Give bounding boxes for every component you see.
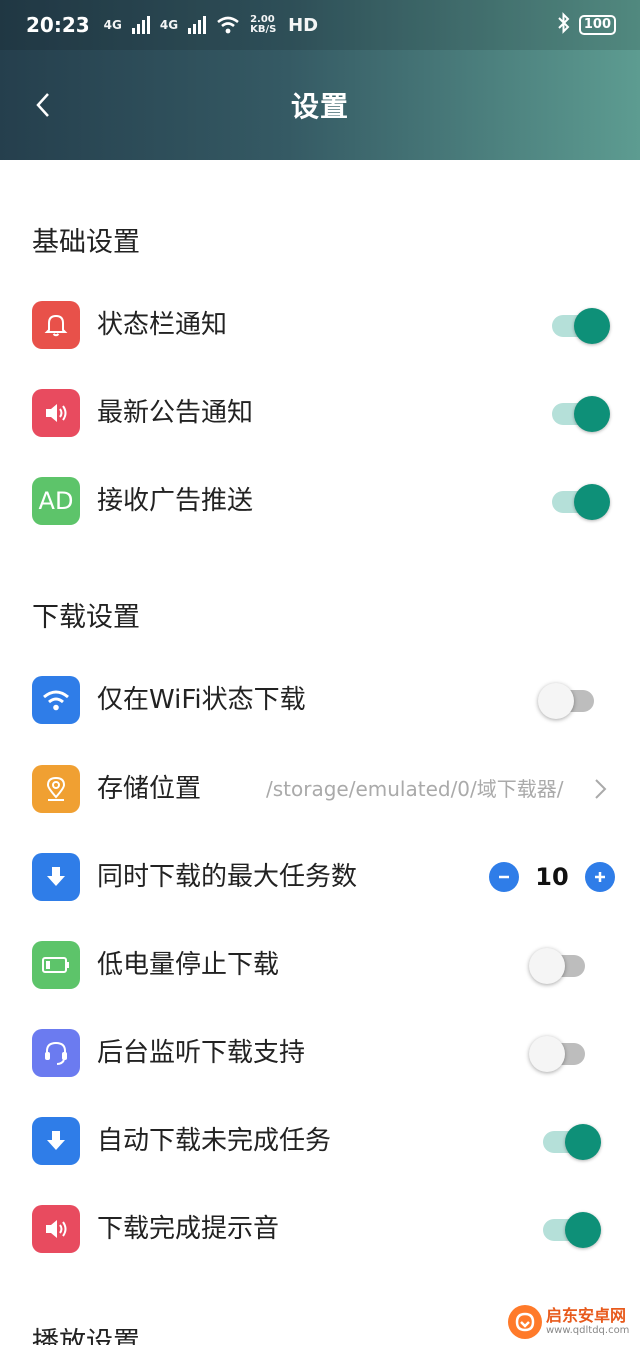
network-speed: 2.00 KB/S — [250, 14, 277, 35]
section-title-playback: 播放设置 — [32, 1327, 140, 1345]
watermark-url: www.qdltdq.com — [546, 1325, 630, 1336]
watermark-logo-icon — [508, 1305, 542, 1339]
location-pin-icon — [32, 765, 80, 813]
signal-bars-icon-2 — [188, 16, 207, 34]
chevron-left-icon — [36, 93, 49, 117]
app-header: 20:23 4G 4G 2.00 KB/S HD 100 设置 — [0, 0, 640, 160]
wifi-status-icon — [216, 16, 240, 34]
watermark-name: 启东安卓网 — [546, 1306, 627, 1325]
row-label: 同时下载的最大任务数 — [97, 862, 358, 892]
bell-icon — [32, 301, 80, 349]
row-label: 自动下载未完成任务 — [97, 1126, 332, 1156]
settings-row-statusbar-notify: 状态栏通知 — [0, 281, 640, 369]
speaker-icon — [32, 1205, 80, 1253]
section-title-basic: 基础设置 — [32, 227, 140, 258]
row-label: 仅在WiFi状态下载 — [97, 685, 306, 715]
status-time: 20:23 — [26, 13, 90, 37]
title-bar: 设置 — [0, 50, 640, 160]
signal-label-2: 4G — [159, 18, 179, 32]
row-label: 最新公告通知 — [97, 398, 254, 428]
back-button[interactable] — [26, 88, 60, 122]
download-arrow-icon — [32, 853, 80, 901]
wifi-only-toggle[interactable] — [538, 682, 598, 719]
complete-sound-toggle[interactable] — [543, 1211, 601, 1248]
row-label: 接收广告推送 — [97, 486, 254, 516]
settings-row-background-listen: 后台监听下载支持 — [0, 1009, 640, 1097]
bluetooth-icon — [557, 11, 571, 39]
row-label: 下载完成提示音 — [97, 1214, 280, 1244]
row-label: 状态栏通知 — [97, 310, 228, 340]
settings-row-ad-push: AD 接收广告推送 — [0, 457, 640, 545]
statusbar-notify-toggle[interactable] — [552, 307, 610, 344]
settings-row-low-battery: 低电量停止下载 — [0, 921, 640, 1009]
speaker-icon — [32, 389, 80, 437]
wifi-icon — [32, 676, 80, 724]
status-bar: 20:23 4G 4G 2.00 KB/S HD 100 — [0, 0, 640, 50]
settings-row-wifi-only: 仅在WiFi状态下载 — [0, 656, 640, 744]
settings-row-max-tasks: 同时下载的最大任务数 10 — [0, 833, 640, 921]
increase-button[interactable] — [585, 862, 615, 892]
background-listen-toggle[interactable] — [529, 1035, 589, 1072]
signal-label-1: 4G — [103, 18, 122, 32]
row-label: 后台监听下载支持 — [97, 1038, 306, 1068]
settings-row-complete-sound: 下载完成提示音 — [0, 1185, 640, 1273]
max-tasks-value: 10 — [535, 863, 569, 891]
settings-row-announcement-notify: 最新公告通知 — [0, 369, 640, 457]
decrease-button[interactable] — [489, 862, 519, 892]
auto-resume-toggle[interactable] — [543, 1123, 601, 1160]
headset-icon — [32, 1029, 80, 1077]
plus-icon — [595, 872, 605, 882]
settings-row-auto-resume: 自动下载未完成任务 — [0, 1097, 640, 1185]
signal-bars-icon — [131, 16, 150, 34]
hd-indicator: HD — [288, 14, 319, 36]
download-arrow-icon — [32, 1117, 80, 1165]
watermark: 启东安卓网 www.qdltdq.com — [508, 1302, 636, 1342]
chevron-right-icon — [595, 779, 607, 799]
low-battery-toggle[interactable] — [529, 947, 589, 984]
row-label: 低电量停止下载 — [97, 950, 280, 980]
minus-icon — [499, 875, 509, 879]
section-title-download: 下载设置 — [32, 602, 140, 633]
storage-path-value: /storage/emulated/0/域下载器/ — [266, 777, 564, 801]
battery-low-icon — [32, 941, 80, 989]
ad-push-toggle[interactable] — [552, 483, 610, 520]
page-title: 设置 — [290, 90, 349, 123]
settings-row-storage[interactable]: 存储位置 /storage/emulated/0/域下载器/ — [0, 745, 640, 833]
battery-icon: 100 — [578, 15, 616, 35]
ad-icon: AD — [32, 477, 80, 525]
announcement-notify-toggle[interactable] — [552, 395, 610, 432]
row-label: 存储位置 — [97, 774, 202, 804]
